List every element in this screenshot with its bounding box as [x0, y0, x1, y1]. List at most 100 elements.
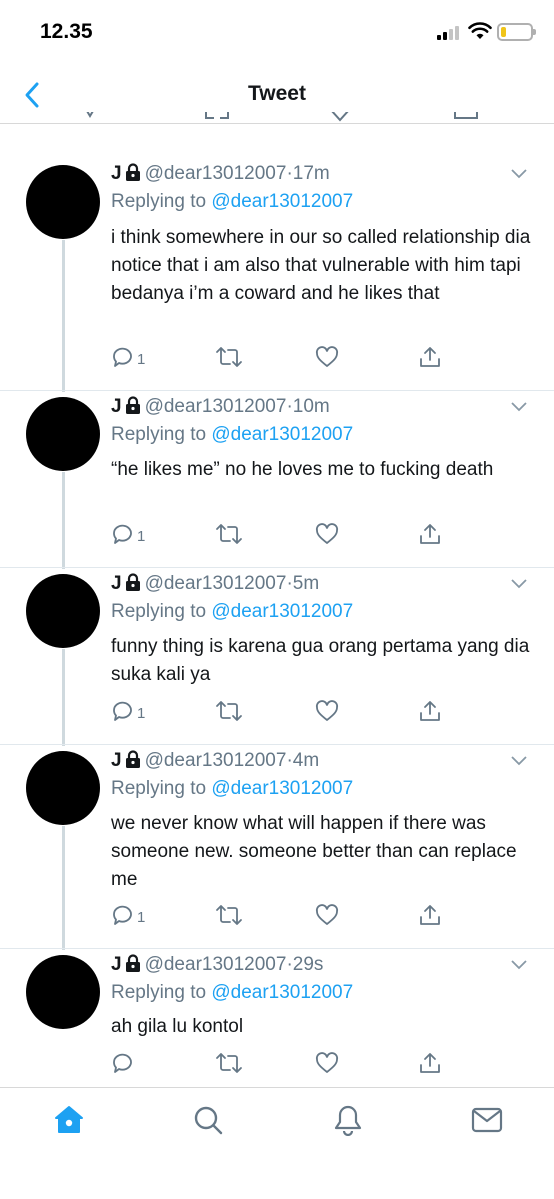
notifications-icon[interactable]	[332, 1104, 364, 1136]
mention-link[interactable]: @dear13012007	[211, 191, 353, 212]
avatar[interactable]	[26, 955, 100, 1029]
tweet-time[interactable]: 4m	[293, 750, 319, 771]
share-icon	[420, 905, 440, 925]
tweet-header: J @dear13012007·5m	[111, 573, 320, 594]
wifi-icon	[468, 22, 492, 39]
reply-button[interactable]: 1	[111, 521, 145, 547]
tweet-actions: 1	[111, 902, 531, 928]
like-button[interactable]	[315, 698, 339, 724]
thread-line	[62, 472, 65, 569]
divider	[0, 390, 554, 391]
replying-to: Replying to @dear13012007	[111, 601, 354, 622]
retweet-button[interactable]	[215, 1050, 243, 1076]
messages-icon[interactable]	[471, 1104, 503, 1136]
tweet-time[interactable]: 29s	[293, 954, 324, 975]
mention-link[interactable]: @dear13012007	[211, 424, 353, 445]
mention-link[interactable]: @dear13012007	[211, 982, 353, 1003]
tweet-text: funny thing is karena gua orang pertama …	[111, 636, 530, 685]
reply-button[interactable]: 1	[111, 344, 145, 370]
reply-icon	[113, 524, 132, 544]
reply-icon	[113, 1053, 132, 1073]
reply-count: 1	[137, 704, 146, 722]
heart-icon	[315, 346, 339, 367]
share-icon	[420, 347, 440, 367]
author-name[interactable]: J	[111, 396, 122, 417]
share-button[interactable]	[418, 1050, 442, 1076]
heart-icon	[315, 904, 339, 925]
lock-icon	[125, 163, 140, 181]
retweet-button[interactable]	[215, 521, 243, 547]
author-handle[interactable]: @dear13012007	[145, 163, 287, 184]
divider	[0, 567, 554, 568]
home-icon[interactable]	[53, 1104, 85, 1136]
chevron-down-icon[interactable]	[510, 168, 528, 180]
retweet-icon	[216, 1053, 242, 1073]
tweet-actions	[111, 1050, 531, 1076]
search-icon[interactable]	[192, 1104, 224, 1136]
author-handle[interactable]: @dear13012007	[145, 396, 287, 417]
like-button[interactable]	[315, 521, 339, 547]
avatar[interactable]	[26, 165, 100, 239]
tweet-time[interactable]: 17m	[293, 163, 330, 184]
share-icon	[454, 112, 478, 119]
cellular-signal-icon	[437, 26, 463, 40]
replying-to: Replying to @dear13012007	[111, 424, 354, 445]
tweet-header: J @dear13012007·10m	[111, 396, 330, 417]
reply-icon	[113, 347, 132, 367]
retweet-button[interactable]	[215, 698, 243, 724]
chevron-down-icon[interactable]	[510, 578, 528, 590]
share-button[interactable]	[418, 344, 442, 370]
reply-icon	[86, 112, 94, 118]
lock-icon	[125, 396, 140, 414]
tweet-actions: 1	[111, 521, 531, 547]
author-handle[interactable]: @dear13012007	[145, 573, 287, 594]
thread-line	[62, 826, 65, 950]
mention-link[interactable]: @dear13012007	[211, 778, 353, 799]
author-name[interactable]: J	[111, 750, 122, 771]
author-name[interactable]: J	[111, 573, 122, 594]
like-icon	[331, 112, 349, 122]
author-name[interactable]: J	[111, 954, 122, 975]
author-handle[interactable]: @dear13012007	[145, 750, 287, 771]
like-button[interactable]	[315, 902, 339, 928]
tweet-actions: 1	[111, 344, 531, 370]
chevron-down-icon[interactable]	[510, 959, 528, 971]
reply-button[interactable]: 1	[111, 902, 145, 928]
avatar[interactable]	[26, 751, 100, 825]
tweet-text: ah gila lu kontol	[111, 1016, 244, 1037]
share-button[interactable]	[418, 698, 442, 724]
share-button[interactable]	[418, 902, 442, 928]
reply-icon	[113, 905, 132, 925]
reply-count: 1	[137, 908, 146, 926]
mention-link[interactable]: @dear13012007	[211, 601, 353, 622]
tweet-text: “he likes me” no he loves me to fucking …	[111, 459, 494, 480]
divider	[0, 948, 554, 949]
tweet-time[interactable]: 10m	[293, 396, 330, 417]
tab-bar	[0, 1087, 554, 1199]
heart-icon	[315, 700, 339, 721]
chevron-down-icon[interactable]	[510, 755, 528, 767]
retweet-button[interactable]	[215, 902, 243, 928]
tweet-time[interactable]: 5m	[293, 573, 319, 594]
avatar[interactable]	[26, 397, 100, 471]
replying-to: Replying to @dear13012007	[111, 982, 354, 1003]
share-icon	[420, 1053, 440, 1073]
reply-button[interactable]	[111, 1050, 137, 1076]
retweet-icon	[216, 905, 242, 925]
reply-count: 1	[137, 350, 146, 368]
author-handle[interactable]: @dear13012007	[145, 954, 287, 975]
author-name[interactable]: J	[111, 163, 122, 184]
replying-to: Replying to @dear13012007	[111, 191, 354, 212]
lock-icon	[125, 750, 140, 768]
previous-tweet-actions	[0, 112, 554, 124]
replying-to: Replying to @dear13012007	[111, 778, 354, 799]
share-icon	[420, 701, 440, 721]
like-button[interactable]	[315, 1050, 339, 1076]
reply-button[interactable]: 1	[111, 698, 145, 724]
retweet-button[interactable]	[215, 344, 243, 370]
avatar[interactable]	[26, 574, 100, 648]
chevron-down-icon[interactable]	[510, 401, 528, 413]
like-button[interactable]	[315, 344, 339, 370]
share-button[interactable]	[418, 521, 442, 547]
thread-line	[62, 240, 65, 392]
